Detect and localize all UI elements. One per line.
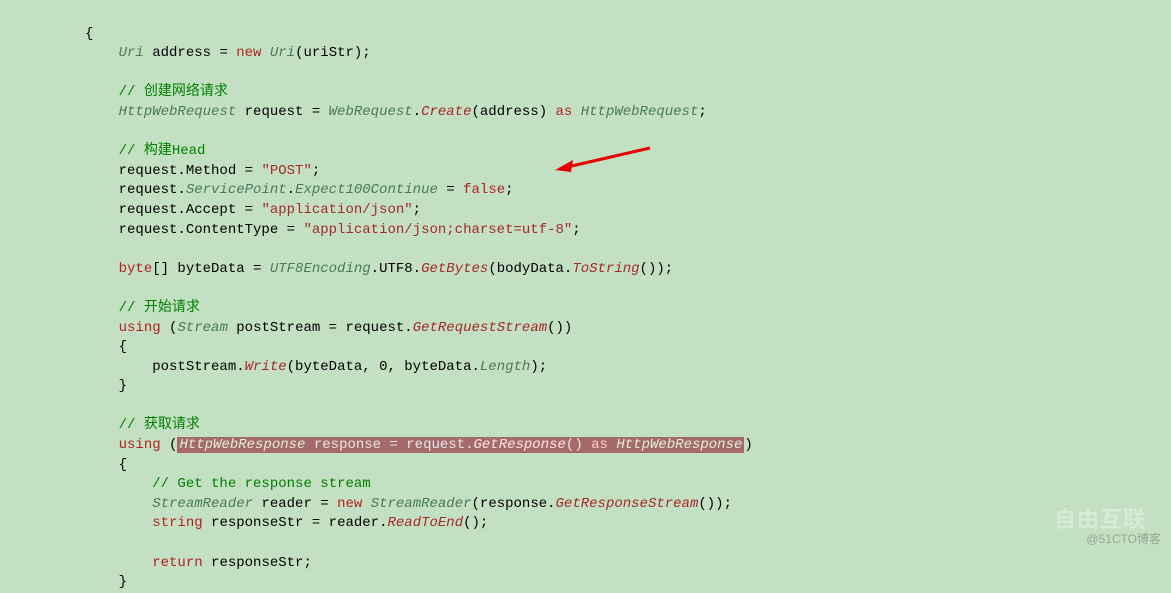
type: HttpWebResponse (616, 437, 742, 453)
method: GetRequestStream (413, 320, 547, 336)
string: "application/json;charset=utf-8" (303, 222, 572, 238)
code-text: postStream = request. (228, 320, 413, 336)
code-block: { Uri address = new Uri(uriStr); // 创建网络… (0, 0, 1171, 593)
brace: { (119, 457, 127, 473)
code-text: postStream. (152, 359, 244, 375)
code-text: ()); (698, 496, 732, 512)
keyword: as (556, 104, 573, 120)
method: ToString (572, 261, 639, 277)
code-text: ); (530, 359, 547, 375)
keyword: as (591, 437, 608, 453)
keyword: using (119, 437, 161, 453)
code-text: .UTF8. (371, 261, 421, 277)
code-text: . (287, 182, 295, 198)
comment: // 构建Head (119, 143, 206, 159)
code-text: (bodyData. (488, 261, 572, 277)
code-text (362, 496, 370, 512)
code-text: request.Accept = (119, 202, 262, 218)
code-text (261, 45, 269, 61)
prop: Length (480, 359, 530, 375)
type: StreamReader (371, 496, 472, 512)
type: Stream (177, 320, 227, 336)
code-text: ( (161, 320, 178, 336)
method: Write (245, 359, 287, 375)
prop: Expect100Continue (295, 182, 438, 198)
watermark-text: @51CTO博客 (1086, 531, 1161, 548)
code-text: . (413, 104, 421, 120)
type: HttpWebRequest (581, 104, 699, 120)
code-text: responseStr = reader. (203, 515, 388, 531)
code-text: ; (312, 163, 320, 179)
code-text: (byteData, 0, byteData. (287, 359, 480, 375)
keyword: byte (119, 261, 153, 277)
code-text: ()); (640, 261, 674, 277)
brace: { (119, 339, 127, 355)
brace: { (85, 26, 93, 42)
method: ReadToEnd (387, 515, 463, 531)
type: Uri (270, 45, 295, 61)
brace: } (119, 574, 127, 590)
method: GetBytes (421, 261, 488, 277)
code-text: ; (698, 104, 706, 120)
code-text (572, 104, 580, 120)
comment: // 开始请求 (119, 300, 200, 316)
bool: false (463, 182, 505, 198)
string: "application/json" (261, 202, 412, 218)
method: GetResponse (474, 437, 566, 453)
code-text: request = (236, 104, 328, 120)
code-text: responseStr; (203, 555, 312, 571)
code-text: ; (505, 182, 513, 198)
type: HttpWebResponse (179, 437, 305, 453)
type: Uri (119, 45, 144, 61)
method: GetResponseStream (556, 496, 699, 512)
highlighted-code: HttpWebResponse response = request.GetRe… (177, 437, 744, 453)
code-text: request.Method = (119, 163, 262, 179)
string: "POST" (261, 163, 311, 179)
code-text: response = request. (305, 437, 473, 453)
type: StreamReader (152, 496, 253, 512)
code-text: (response. (472, 496, 556, 512)
code-text: (uriStr); (295, 45, 371, 61)
code-text: ; (572, 222, 580, 238)
type: UTF8Encoding (270, 261, 371, 277)
keyword: using (119, 320, 161, 336)
code-text: (address) (472, 104, 556, 120)
prop: ServicePoint (186, 182, 287, 198)
code-text: (); (463, 515, 488, 531)
code-text: ()) (547, 320, 572, 336)
comment: // Get the response stream (152, 476, 370, 492)
keyword: new (337, 496, 362, 512)
method: Create (421, 104, 471, 120)
code-text: ) (744, 437, 752, 453)
type: WebRequest (329, 104, 413, 120)
code-text: ( (161, 437, 178, 453)
keyword: return (152, 555, 202, 571)
type: HttpWebRequest (119, 104, 237, 120)
code-text: reader = (253, 496, 337, 512)
comment: // 创建网络请求 (119, 84, 228, 100)
code-text: request.ContentType = (119, 222, 304, 238)
keyword: new (236, 45, 261, 61)
code-text: address = (144, 45, 236, 61)
code-text: ; (413, 202, 421, 218)
brace: } (119, 378, 127, 394)
keyword: string (152, 515, 202, 531)
code-text: [] byteData = (152, 261, 270, 277)
code-text: request. (119, 182, 186, 198)
code-text: = (438, 182, 463, 198)
code-text: () (566, 437, 591, 453)
comment: // 获取请求 (119, 417, 200, 433)
